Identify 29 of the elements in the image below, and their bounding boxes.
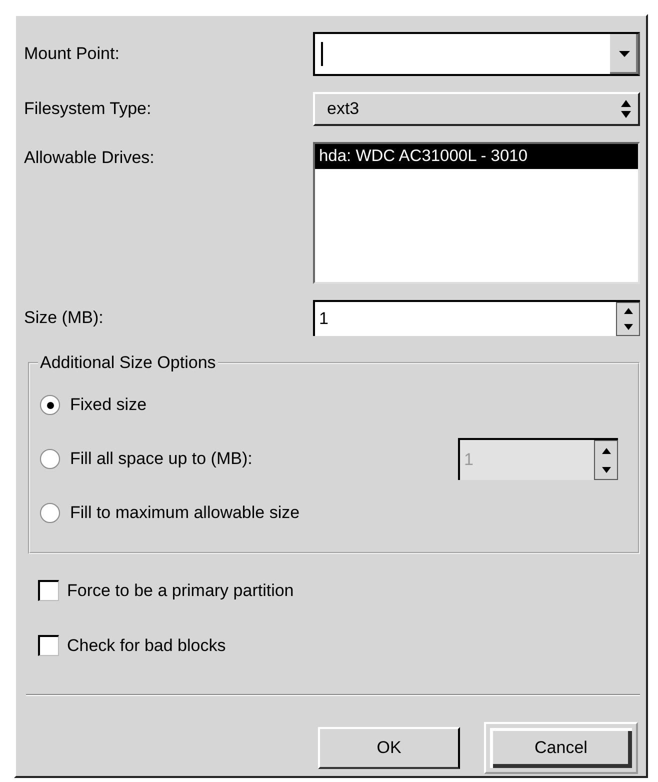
field-label: Filesystem Type: [24, 99, 152, 119]
up-arrow-icon [602, 448, 610, 454]
spin-button[interactable] [616, 302, 640, 336]
filesystem-select[interactable]: ext3 [313, 92, 640, 126]
option-label: Fill all space up to (MB): [70, 449, 252, 469]
checkbox-label: Force to be a primary partition [67, 580, 294, 600]
checkbox[interactable] [38, 635, 59, 656]
group-title: Additional Size Options [38, 353, 218, 373]
down-arrow-icon [624, 324, 632, 330]
field-label: Allowable Drives: [24, 148, 156, 168]
text-cursor [321, 42, 323, 66]
option-label: Fixed size [70, 395, 147, 415]
down-arrow-icon [602, 466, 610, 472]
dialog-button[interactable]: Cancel [484, 722, 638, 774]
caret-icon [618, 51, 630, 57]
spin-button[interactable] [594, 440, 618, 480]
checkbox-label: Check for bad blocks [67, 636, 226, 656]
field-label: Mount Point: [24, 44, 120, 64]
up-down-arrows-icon [620, 99, 632, 119]
checkbox[interactable] [38, 580, 59, 601]
dialog-button[interactable]: OK [318, 727, 460, 769]
radio-button[interactable] [40, 503, 60, 523]
up-arrow-icon [624, 308, 632, 314]
mount-point-field[interactable] [313, 32, 640, 76]
radio-button[interactable] [40, 395, 60, 415]
list-item[interactable]: hda: WDC AC31000L - 3010 [315, 144, 638, 169]
dropdown-button[interactable] [608, 34, 638, 74]
field-label: Size (MB): [24, 308, 104, 328]
option-label: Fill to maximum allowable size [70, 503, 300, 523]
